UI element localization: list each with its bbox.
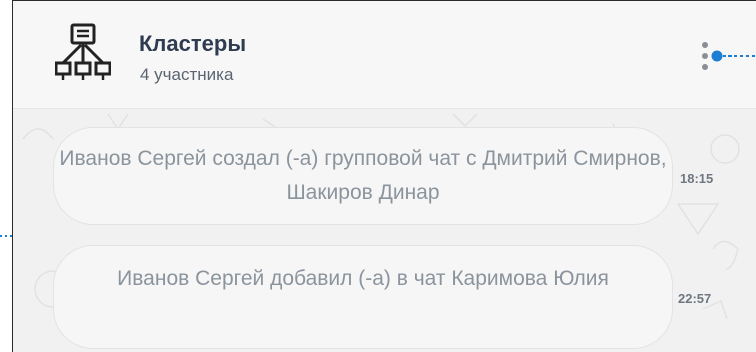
- message-timestamp: 22:57: [678, 291, 712, 306]
- system-message: Иванов Сергей добавил (-а) в чат Каримов…: [53, 245, 673, 349]
- chat-title: Кластеры: [139, 31, 247, 56]
- system-message: Иванов Сергей создал (-а) групповой чат …: [53, 127, 673, 225]
- chat-header: Кластеры 4 участника: [13, 1, 756, 109]
- annotation-pointer: [0, 235, 12, 237]
- chat-window: Кластеры 4 участника Иванов Сергей созда…: [12, 0, 756, 352]
- message-timestamp: 18:15: [680, 171, 714, 186]
- participant-count: 4 участника: [140, 65, 234, 84]
- annotation-pointer: [728, 55, 756, 57]
- cluster-network-icon: [55, 23, 111, 80]
- message-area[interactable]: Иванов Сергей создал (-а) групповой чат …: [13, 109, 756, 352]
